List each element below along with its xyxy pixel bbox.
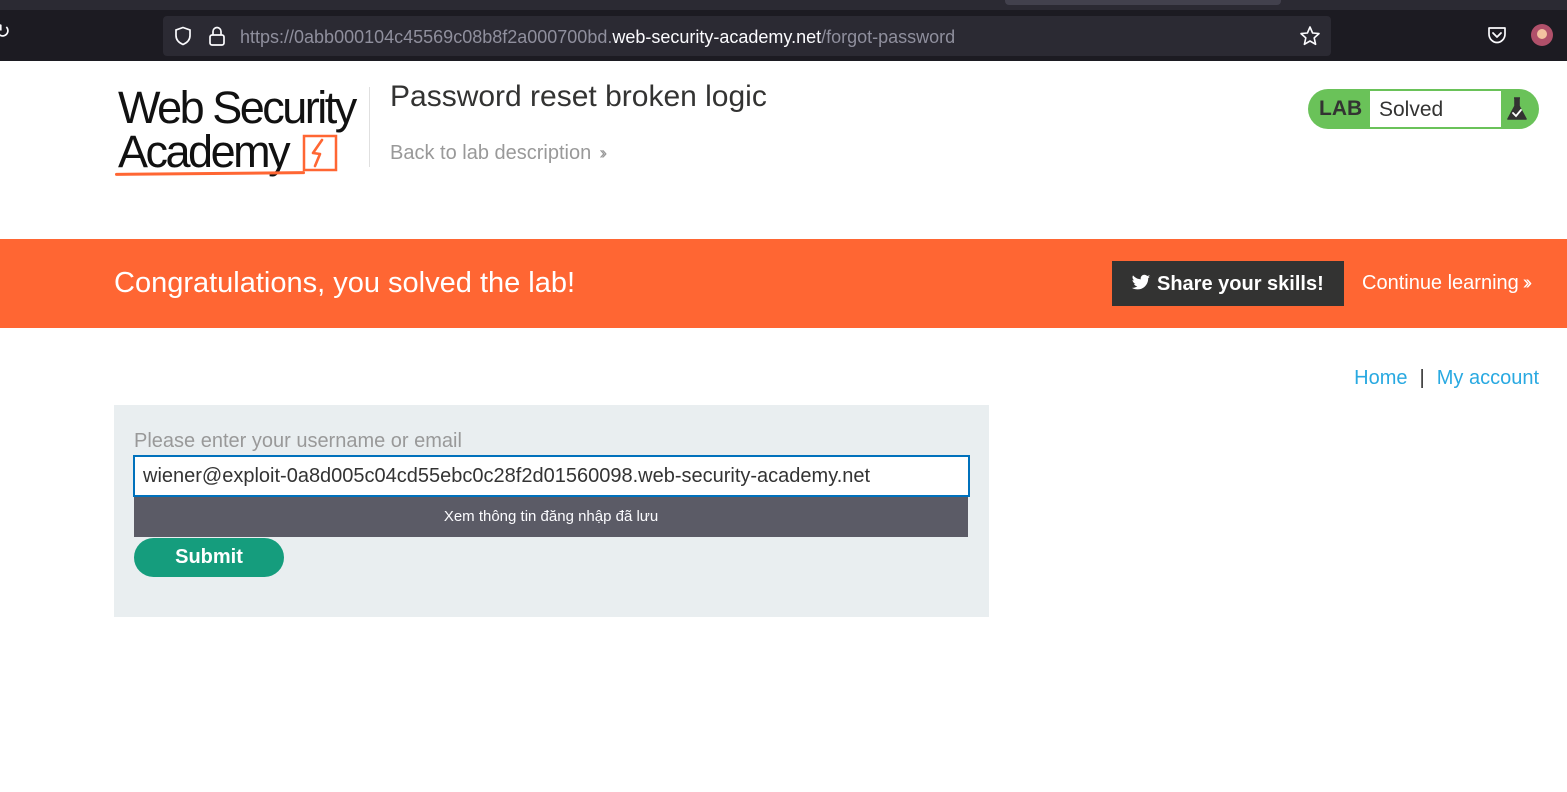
logo-line-1: Web Security [118, 82, 357, 133]
account-nav: Home | My account [1354, 366, 1539, 390]
browser-toolbar: ↻ https://0abb000104c45569c08b8f2a000700… [0, 0, 1567, 61]
logo-line-2: Academy [118, 126, 291, 177]
pocket-icon[interactable] [1486, 24, 1508, 46]
back-link-label: Back to lab description [390, 142, 592, 164]
back-to-lab-description-link[interactable]: Back to lab description ›› [390, 141, 607, 165]
saved-logins-dropdown[interactable]: Xem thông tin đăng nhập đã lưu [134, 497, 968, 537]
congratulations-message: Congratulations, you solved the lab! [114, 267, 576, 299]
lab-status-box: Solved [1370, 91, 1501, 127]
continue-learning-link[interactable]: Continue learning ›› [1362, 271, 1533, 295]
url-text[interactable]: https://0abb000104c45569c08b8f2a000700bd… [240, 26, 955, 48]
flask-icon [1507, 97, 1527, 120]
continue-learning-label: Continue learning [1362, 272, 1519, 294]
lab-status-text: Solved [1379, 98, 1444, 121]
twitter-icon [1131, 274, 1151, 290]
lightning-logo-icon [302, 134, 338, 172]
shield-icon[interactable] [173, 26, 193, 46]
nav-separator: | [1419, 367, 1425, 389]
header-divider [369, 87, 370, 167]
forgot-password-form: Please enter your username or email Xem … [114, 405, 989, 617]
username-email-input[interactable] [133, 455, 970, 497]
reload-icon[interactable]: ↻ [0, 22, 14, 42]
home-link[interactable]: Home [1354, 367, 1407, 389]
bookmark-star-icon[interactable] [1299, 25, 1321, 47]
submit-button[interactable]: Submit [134, 538, 284, 577]
share-skills-button[interactable]: Share your skills! [1112, 261, 1344, 306]
lab-title: Password reset broken logic [390, 80, 767, 113]
profile-avatar[interactable] [1531, 24, 1553, 46]
lab-badge-label: LAB [1319, 97, 1363, 120]
active-tab-edge[interactable] [1005, 0, 1281, 5]
tab-strip [0, 0, 1567, 10]
lab-status-badge: LAB Solved [1308, 89, 1539, 129]
username-email-label: Please enter your username or email [134, 430, 462, 452]
my-account-link[interactable]: My account [1437, 367, 1539, 389]
double-chevron-right-icon: ›› [599, 143, 607, 163]
address-bar[interactable]: https://0abb000104c45569c08b8f2a000700bd… [163, 16, 1331, 56]
solved-banner: Congratulations, you solved the lab! Sha… [0, 239, 1567, 328]
url-path: /forgot-password [821, 27, 956, 47]
double-chevron-right-icon: ›› [1522, 272, 1533, 294]
web-security-academy-logo[interactable]: Web Security Academy [113, 84, 369, 180]
url-host: web-security-academy.net [612, 27, 822, 47]
url-prefix: https://0abb000104c45569c08b8f2a000700bd… [240, 27, 613, 47]
share-skills-label: Share your skills! [1157, 273, 1324, 295]
lock-icon[interactable] [207, 25, 227, 47]
